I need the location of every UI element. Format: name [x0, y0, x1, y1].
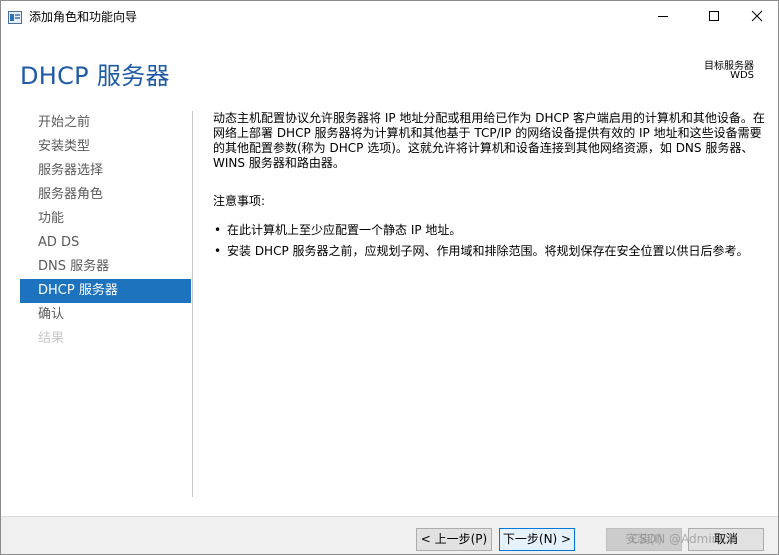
note-text: 安装 DHCP 服务器之前，应规划子网、作用域和排除范围。将规划保存在安全位置以…: [227, 244, 749, 258]
nav-item-server-selection[interactable]: 服务器选择: [20, 159, 191, 183]
wizard-window: 添加角色和功能向导 DHCP 服务器 目标服务器 WDS 开始之前 安装类型 服…: [0, 0, 779, 555]
nav-item-installation-type[interactable]: 安装类型: [20, 135, 191, 159]
note-text: 在此计算机上至少应配置一个静态 IP 地址。: [227, 223, 462, 237]
wizard-nav: 开始之前 安装类型 服务器选择 服务器角色 功能 AD DS DNS 服务器 D…: [20, 111, 191, 351]
nav-item-dns-server[interactable]: DNS 服务器: [20, 255, 191, 279]
cancel-button[interactable]: 取消: [688, 528, 764, 551]
bullet-glyph: •: [214, 223, 222, 237]
nav-item-results: 结果: [38, 331, 65, 346]
page-title: DHCP 服务器: [20, 62, 170, 90]
bullet-glyph: •: [214, 244, 222, 258]
notes-title: 注意事项:: [213, 194, 266, 208]
title-bar[interactable]: 添加角色和功能向导: [1, 1, 778, 31]
nav-item-before-you-begin[interactable]: 开始之前: [20, 111, 191, 135]
list-item: • 在此计算机上至少应配置一个静态 IP 地址。: [213, 223, 765, 238]
nav-item-ad-ds[interactable]: AD DS: [20, 231, 191, 255]
content-pane: 动态主机配置协议允许服务器将 IP 地址分配或租用给已作为 DHCP 客户端启用…: [213, 111, 765, 265]
maximize-icon[interactable]: [691, 1, 737, 31]
button-bar: < 上一步(P) 下一步(N) > 安装(I) 取消: [1, 516, 778, 554]
nav-item-confirmation[interactable]: 确认: [20, 303, 191, 327]
nav-item-server-roles[interactable]: 服务器角色: [20, 183, 191, 207]
server-manager-icon: [8, 9, 22, 24]
install-button: 安装(I): [606, 528, 682, 551]
notes-list: • 在此计算机上至少应配置一个静态 IP 地址。 • 安装 DHCP 服务器之前…: [213, 223, 765, 259]
window-title: 添加角色和功能向导: [29, 10, 138, 24]
close-icon[interactable]: [734, 1, 779, 31]
list-item: • 安装 DHCP 服务器之前，应规划子网、作用域和排除范围。将规划保存在安全位…: [213, 244, 765, 259]
dhcp-description: 动态主机配置协议允许服务器将 IP 地址分配或租用给已作为 DHCP 客户端启用…: [213, 111, 765, 170]
previous-button[interactable]: < 上一步(P): [416, 528, 492, 551]
nav-item-features[interactable]: 功能: [20, 207, 191, 231]
target-server-value: WDS: [730, 70, 754, 81]
nav-divider: [192, 111, 193, 497]
nav-item-dhcp-server[interactable]: DHCP 服务器: [20, 279, 191, 303]
next-button[interactable]: 下一步(N) >: [499, 528, 575, 551]
minimize-icon[interactable]: [640, 1, 686, 31]
